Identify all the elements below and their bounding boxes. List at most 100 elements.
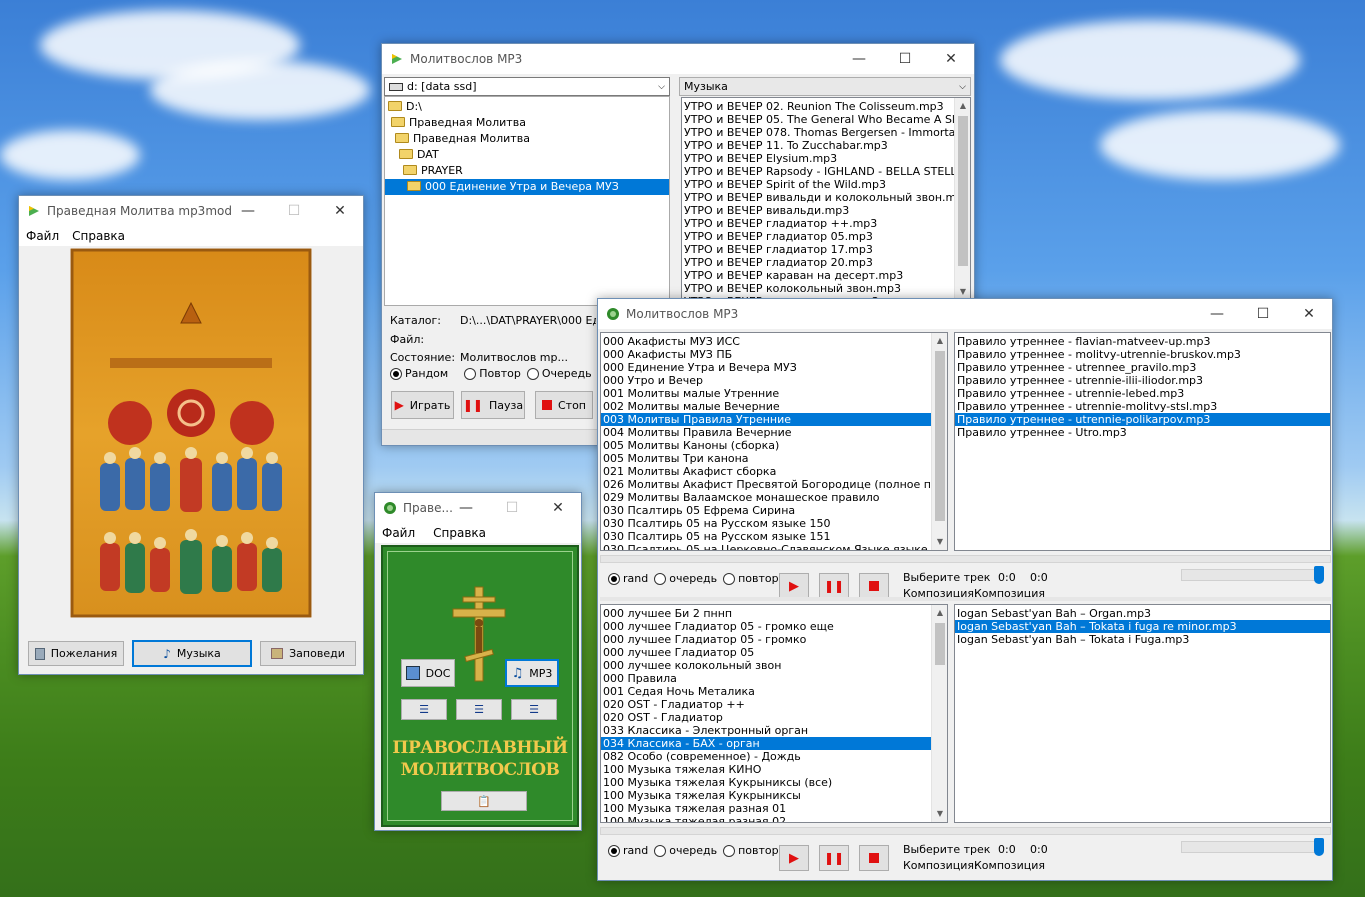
minimize-button[interactable]: — xyxy=(443,493,489,523)
mode-radio-repeat[interactable]: повтор xyxy=(723,844,779,857)
folder-list-item[interactable]: 003 Молитвы Правила Утренние xyxy=(601,413,947,426)
file-list-item[interactable]: УТРО и ВЕЧЕР караван на десерт.mp3 xyxy=(682,269,970,282)
file-list-item[interactable]: УТРО и ВЕЧЕР гладиатор ++.mp3 xyxy=(682,217,970,230)
folder-list-item[interactable]: 000 Единение Утра и Вечера МУЗ xyxy=(601,361,947,374)
menu-file[interactable]: Файл xyxy=(382,526,415,540)
file-list-item[interactable]: УТРО и ВЕЧЕР 02. Reunion The Colisseum.m… xyxy=(682,100,970,113)
maximize-button[interactable]: ☐ xyxy=(489,493,535,523)
splitter[interactable] xyxy=(600,555,1331,563)
slider-thumb[interactable] xyxy=(1314,566,1324,584)
folder-list-item[interactable]: 000 Правила xyxy=(601,672,947,685)
tree-node[interactable]: Праведная Молитва xyxy=(385,115,669,131)
track-list-item[interactable]: Правило утреннее - utrennie-polikarpov.m… xyxy=(955,413,1330,426)
maximize-button[interactable]: ☐ xyxy=(1240,299,1286,329)
folder-list-item[interactable]: 001 Седая Ночь Металика xyxy=(601,685,947,698)
track-list-item[interactable]: Правило утреннее - utrennie-ilii-iliodor… xyxy=(955,374,1330,387)
scroll-up-icon[interactable]: ▲ xyxy=(932,333,947,349)
close-button[interactable]: ✕ xyxy=(317,196,363,226)
tree-node[interactable]: D:\ xyxy=(385,99,669,115)
folder-list-item[interactable]: 000 лучшее Гладиатор 05 xyxy=(601,646,947,659)
settings-button[interactable]: 📋 xyxy=(441,791,527,811)
tree-node[interactable]: DAT xyxy=(385,147,669,163)
folder-list-item[interactable]: 030 Псалтирь 05 на Церковно-Славянском Я… xyxy=(601,543,947,550)
splitter[interactable] xyxy=(600,827,1331,835)
play-button[interactable]: ▶ xyxy=(779,845,809,871)
file-list-item[interactable]: УТРО и ВЕЧЕР колокольный звон.mp3 xyxy=(682,282,970,295)
folder-list-item[interactable]: 021 Молитвы Акафист сборка xyxy=(601,465,947,478)
scroll-thumb[interactable] xyxy=(958,116,968,266)
file-list-item[interactable]: УТРО и ВЕЧЕР 05. The General Who Became … xyxy=(682,113,970,126)
mode-radio-rand[interactable]: rand xyxy=(608,572,648,585)
folder-list-item[interactable]: 030 Псалтирь 05 на Русском языке 150 xyxy=(601,517,947,530)
folder-list-item[interactable]: 005 Молитвы Каноны (сборка) xyxy=(601,439,947,452)
folder-filter-select[interactable]: Музыка ⌵ xyxy=(679,77,971,96)
file-list-item[interactable]: УТРО и ВЕЧЕР гладиатор 17.mp3 xyxy=(682,243,970,256)
folder-list-item[interactable]: 000 лучшее колокольный звон xyxy=(601,659,947,672)
folder-list-item[interactable]: 030 Псалтирь 05 Ефрема Сирина xyxy=(601,504,947,517)
scroll-thumb[interactable] xyxy=(935,623,945,665)
scroll-up-icon[interactable]: ▲ xyxy=(955,98,970,114)
slider-thumb[interactable] xyxy=(1314,838,1324,856)
track-list-1[interactable]: Правило утреннее - flavian-matveev-up.mp… xyxy=(954,332,1331,551)
folder-list-item[interactable]: 020 OST - Гладиатор xyxy=(601,711,947,724)
stop-button[interactable]: Стоп xyxy=(535,391,593,419)
track-list-item[interactable]: Правило утреннее - molitvy-utrennie-brus… xyxy=(955,348,1330,361)
file-list-item[interactable]: УТРО и ВЕЧЕР вивальди.mp3 xyxy=(682,204,970,217)
scroll-thumb[interactable] xyxy=(935,351,945,521)
tree-node[interactable]: PRAYER xyxy=(385,163,669,179)
folder-list-1[interactable]: 000 Акафисты МУЗ ИСС 000 Акафисты МУЗ ПБ 0… xyxy=(600,332,948,551)
play-button[interactable]: ▶ Играть xyxy=(391,391,454,419)
folder-tree[interactable]: D:\ Праведная Молитва Праведная Молитва … xyxy=(384,96,670,306)
wishes-button[interactable]: Пожелания xyxy=(28,641,124,666)
folder-list-item[interactable]: 005 Молитвы Три канона xyxy=(601,452,947,465)
stop-button[interactable] xyxy=(859,845,889,871)
folder-list-item[interactable]: 100 Музыка тяжелая разная 01 xyxy=(601,802,947,815)
track-list-item[interactable]: Правило утреннее - utrennee_pravilo.mp3 xyxy=(955,361,1330,374)
track-list-2[interactable]: Iogan Sebast'yan Bah – Organ.mp3 Iogan Se… xyxy=(954,604,1331,823)
folder-list-item[interactable]: 002 Молитвы малые Вечерние xyxy=(601,400,947,413)
stop-button[interactable] xyxy=(859,573,889,599)
file-list-item[interactable]: УТРО и ВЕЧЕР гладиатор 05.mp3 xyxy=(682,230,970,243)
mode-radio-queue[interactable]: Очередь xyxy=(526,367,592,380)
menu-help[interactable]: Справка xyxy=(72,229,125,243)
mode-radio-queue[interactable]: очередь xyxy=(654,844,717,857)
folder-list-item[interactable]: 000 лучшее Би 2 пннп xyxy=(601,607,947,620)
close-button[interactable]: ✕ xyxy=(928,44,974,74)
file-list-item[interactable]: УТРО и ВЕЧЕР гладиатор 20.mp3 xyxy=(682,256,970,269)
drive-select[interactable]: d: [data ssd] ⌵ xyxy=(384,77,670,96)
file-list-item[interactable]: УТРО и ВЕЧЕР Spirit of the Wild.mp3 xyxy=(682,178,970,191)
track-list-item[interactable]: Iogan Sebast'yan Bah – Tokata i fuga re … xyxy=(955,620,1330,633)
commandments-button[interactable]: Заповеди xyxy=(260,641,356,666)
maximize-button[interactable]: ☐ xyxy=(882,44,928,74)
scroll-down-icon[interactable]: ▼ xyxy=(932,806,947,822)
file-list-item[interactable]: УТРО и ВЕЧЕР 11. To Zucchabar.mp3 xyxy=(682,139,970,152)
list-button-1[interactable]: ☰ xyxy=(401,699,447,720)
tree-node-selected[interactable]: 000 Единение Утра и Вечера МУЗ xyxy=(385,179,669,195)
music-button[interactable]: ♪ Музыка xyxy=(132,640,252,667)
folder-list-item[interactable]: 100 Музыка тяжелая Кукрыниксы xyxy=(601,789,947,802)
track-list-item[interactable]: Правило утреннее - flavian-matveev-up.mp… xyxy=(955,335,1330,348)
folder-list-item[interactable]: 033 Классика - Электронный орган xyxy=(601,724,947,737)
scroll-up-icon[interactable]: ▲ xyxy=(932,605,947,621)
pause-button[interactable]: ❚❚ xyxy=(819,845,849,871)
track-list-item[interactable]: Iogan Sebast'yan Bah – Organ.mp3 xyxy=(955,607,1330,620)
folder-list-item[interactable]: 100 Музыка тяжелая разная 02 xyxy=(601,815,947,822)
folder-list-item[interactable]: 030 Псалтирь 05 на Русском языке 151 xyxy=(601,530,947,543)
folder-list-item[interactable]: 026 Молитвы Акафист Пресвятой Богородице… xyxy=(601,478,947,491)
file-list[interactable]: УТРО и ВЕЧЕР 02. Reunion The Colisseum.m… xyxy=(681,97,971,301)
folder-list-item[interactable]: 000 лучшее Гладиатор 05 - громко xyxy=(601,633,947,646)
folder-list-item[interactable]: 100 Музыка тяжелая Кукрыниксы (все) xyxy=(601,776,947,789)
mode-radio-repeat[interactable]: Повтор xyxy=(464,367,521,380)
scroll-down-icon[interactable]: ▼ xyxy=(932,534,947,550)
folder-list-item[interactable]: 000 лучшее Гладиатор 05 - громко еще xyxy=(601,620,947,633)
list-button-2[interactable]: ☰ xyxy=(456,699,502,720)
mode-radio-repeat[interactable]: повтор xyxy=(723,572,779,585)
folder-list-item[interactable]: 029 Молитвы Валаамское монашеское правил… xyxy=(601,491,947,504)
tree-node[interactable]: Праведная Молитва xyxy=(385,131,669,147)
menu-file[interactable]: Файл xyxy=(26,229,59,243)
minimize-button[interactable]: — xyxy=(1194,299,1240,329)
mode-radio-random[interactable]: Рандом xyxy=(390,367,448,380)
pause-button[interactable]: ❚❚ Пауза xyxy=(461,391,525,419)
folder-list-item[interactable]: 100 Музыка тяжелая КИНО xyxy=(601,763,947,776)
track-list-item[interactable]: Правило утреннее - utrennie-lebed.mp3 xyxy=(955,387,1330,400)
